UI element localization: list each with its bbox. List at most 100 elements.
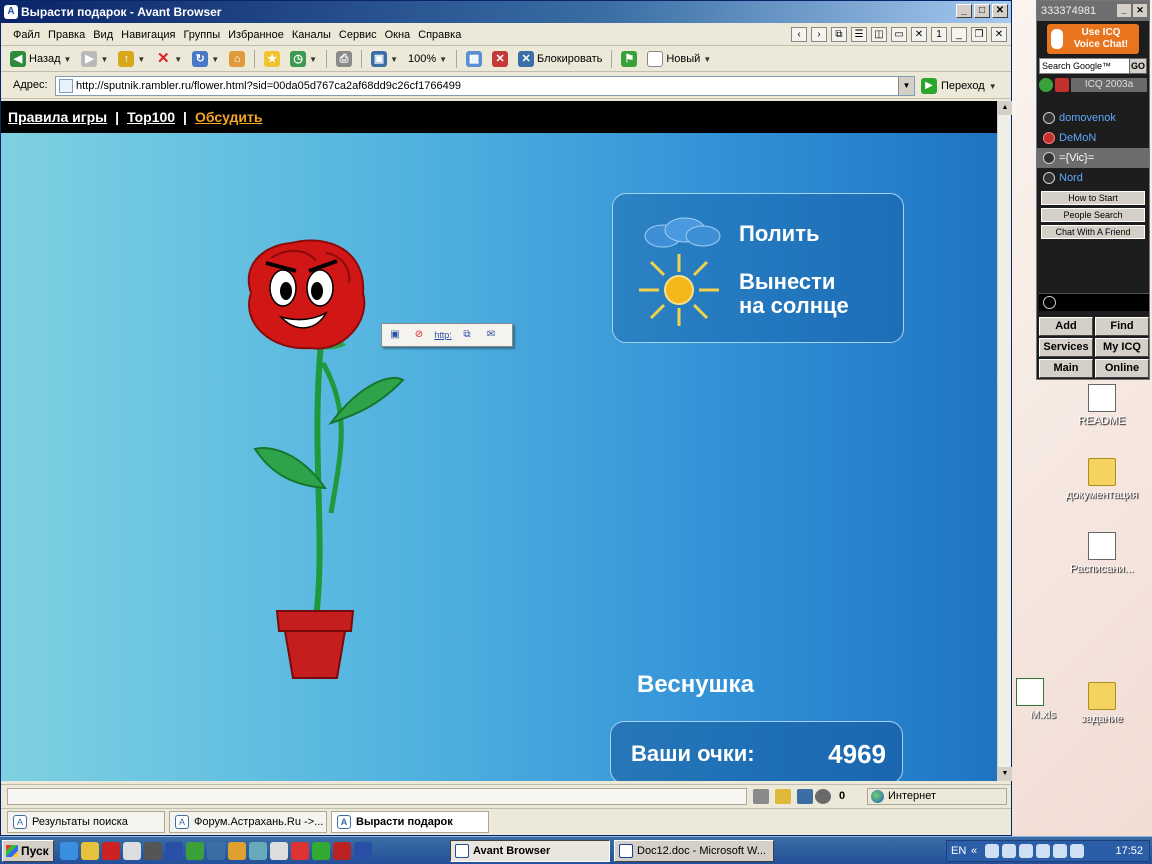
icq-find-button[interactable]: Find [1095, 317, 1149, 336]
icq-add-button[interactable]: Add [1039, 317, 1093, 336]
cloud-icon[interactable] [643, 216, 723, 250]
tab-forum[interactable]: A Форум.Астрахань.Ru ->... [169, 811, 327, 833]
sun-button-line1[interactable]: Вынести [739, 270, 835, 294]
home-button[interactable]: ⌂ [226, 49, 248, 70]
player-icon[interactable] [270, 842, 288, 860]
task-avant-browser[interactable]: Avant Browser [450, 840, 610, 862]
start-button[interactable]: Пуск [2, 840, 54, 862]
media-icon[interactable] [165, 842, 183, 860]
save-icon[interactable] [354, 842, 372, 860]
app-icon[interactable] [144, 842, 162, 860]
minimize-button[interactable]: _ [956, 4, 972, 18]
zoom-select[interactable]: 100% ▼ [405, 49, 450, 70]
icq-main-button[interactable]: Main [1039, 359, 1093, 378]
avant-icon[interactable] [207, 842, 225, 860]
chevron-down-icon[interactable]: ▼ [174, 55, 182, 64]
desktop-icon-schedule[interactable]: Расписани... [1062, 532, 1142, 575]
vertical-scrollbar[interactable]: ▲ ▼ [997, 101, 1012, 781]
menu-groups[interactable]: Группы [179, 24, 224, 46]
back-button[interactable]: ◀ Назад ▼ [7, 49, 74, 70]
history-button[interactable]: ◷ ▼ [287, 49, 320, 70]
next-window-icon[interactable]: › [811, 27, 827, 42]
icq-services-button[interactable]: Services [1039, 338, 1093, 357]
icq-flower-icon[interactable] [1039, 78, 1053, 92]
top100-link[interactable]: Top100 [127, 109, 175, 125]
menu-view[interactable]: Вид [89, 24, 117, 46]
up-button[interactable]: ↑ ▼ [115, 49, 148, 70]
opera-icon[interactable] [291, 842, 309, 860]
maximize-button[interactable]: □ [974, 4, 990, 18]
chevron-down-icon[interactable]: ▼ [100, 55, 108, 64]
icq-chat-with-friend-button[interactable]: Chat With A Friend [1041, 225, 1145, 239]
calculator-icon[interactable] [123, 842, 141, 860]
address-input[interactable]: http://sputnik.rambler.ru/flower.html?si… [55, 76, 915, 96]
icq-online-status-button[interactable]: Online [1095, 359, 1149, 378]
tray-help-icon[interactable] [1053, 844, 1067, 858]
menu-windows[interactable]: Окна [381, 24, 415, 46]
copy-link-button[interactable]: http: [433, 326, 453, 344]
language-indicator[interactable]: EN [951, 841, 966, 861]
menu-channels[interactable]: Каналы [288, 24, 335, 46]
desktop-icon-xls[interactable]: M.xls [1012, 678, 1056, 721]
icq-minimize-button[interactable]: _ [1117, 4, 1131, 17]
desktop-icon-documentation[interactable]: документация [1062, 458, 1142, 501]
discuss-link[interactable]: Обсудить [195, 109, 263, 125]
prev-window-icon[interactable]: ‹ [791, 27, 807, 42]
fullscreen-button[interactable]: ▣ ▼ [368, 49, 401, 70]
tray-monitor-icon[interactable] [1036, 844, 1050, 858]
scroll-up-icon[interactable]: ▲ [998, 101, 1012, 115]
icq-menu-icon[interactable] [1055, 78, 1069, 92]
scroll-down-icon[interactable]: ▼ [998, 767, 1012, 781]
stop-button[interactable]: ✕ ▼ [152, 49, 185, 70]
go-button[interactable]: ▶ Переход ▼ [921, 78, 997, 94]
network-icon[interactable] [312, 842, 330, 860]
tray-icq-icon[interactable] [1002, 844, 1016, 858]
new-window-button[interactable]: Новый ▼ [644, 49, 714, 70]
chevron-down-icon[interactable]: ▼ [211, 55, 219, 64]
chevron-down-icon[interactable]: ▼ [137, 55, 145, 64]
menu-file[interactable]: Файл [9, 24, 44, 46]
icq-google-search[interactable]: Search Google™ GO [1039, 58, 1147, 74]
tab-grow-gift[interactable]: A Вырасти подарок [331, 811, 489, 833]
app-icon[interactable] [249, 842, 267, 860]
chevron-down-icon[interactable]: ▼ [309, 55, 317, 64]
water-button[interactable]: Полить [739, 222, 820, 246]
close-button[interactable]: ✕ [992, 4, 1008, 18]
icq-search-go-button[interactable]: GO [1129, 58, 1147, 74]
download-icon[interactable] [753, 789, 769, 804]
desktop-icon-task[interactable]: задание [1062, 682, 1142, 725]
icq-people-search-button[interactable]: People Search [1041, 208, 1145, 222]
app-a-icon[interactable] [81, 842, 99, 860]
ie-icon[interactable] [60, 842, 78, 860]
tool-icon[interactable] [333, 842, 351, 860]
popup-block-button[interactable]: ✕ Блокировать [515, 49, 605, 70]
tab-close-icon[interactable]: ✕ [991, 27, 1007, 42]
tab-search-results[interactable]: A Результаты поиска [7, 811, 165, 833]
menu-favorites[interactable]: Избранное [224, 24, 288, 46]
block-icon[interactable]: ⊘ [409, 326, 429, 344]
icq-status-icon[interactable] [1043, 296, 1056, 309]
tray-app-icon[interactable] [985, 844, 999, 858]
icq-how-to-start-button[interactable]: How to Start [1041, 191, 1145, 205]
images-toggle[interactable]: ▦ [463, 49, 485, 70]
popup-blocked-icon[interactable] [797, 789, 813, 804]
chevron-down-icon[interactable]: ▼ [64, 55, 72, 64]
chevron-down-icon[interactable]: ▼ [898, 77, 914, 95]
icq-voice-chat-banner[interactable]: Use ICQ Voice Chat! [1047, 24, 1139, 54]
refresh-button[interactable]: ↻ ▼ [189, 49, 222, 70]
icq-my-icq-button[interactable]: My ICQ [1095, 338, 1149, 357]
forward-button[interactable]: ▶ ▼ [78, 49, 111, 70]
open-window-icon[interactable]: ⧉ [457, 326, 477, 344]
tray-expand-icon[interactable]: « [971, 841, 977, 861]
contact-item[interactable]: domovenok [1037, 108, 1149, 128]
icq-icon[interactable] [186, 842, 204, 860]
cascade-icon[interactable]: ⧉ [831, 27, 847, 42]
flash-icon[interactable] [815, 789, 831, 804]
tray-network-icon[interactable] [1019, 844, 1033, 858]
favorites-button[interactable]: ★ [261, 49, 283, 70]
print-button[interactable]: ⎙ [333, 49, 355, 70]
tile-horizontal-icon[interactable]: ☰ [851, 27, 867, 42]
desktop-icon-readme[interactable]: README [1062, 384, 1142, 427]
menu-edit[interactable]: Правка [44, 24, 89, 46]
maximize-tab-icon[interactable]: ▭ [891, 27, 907, 42]
